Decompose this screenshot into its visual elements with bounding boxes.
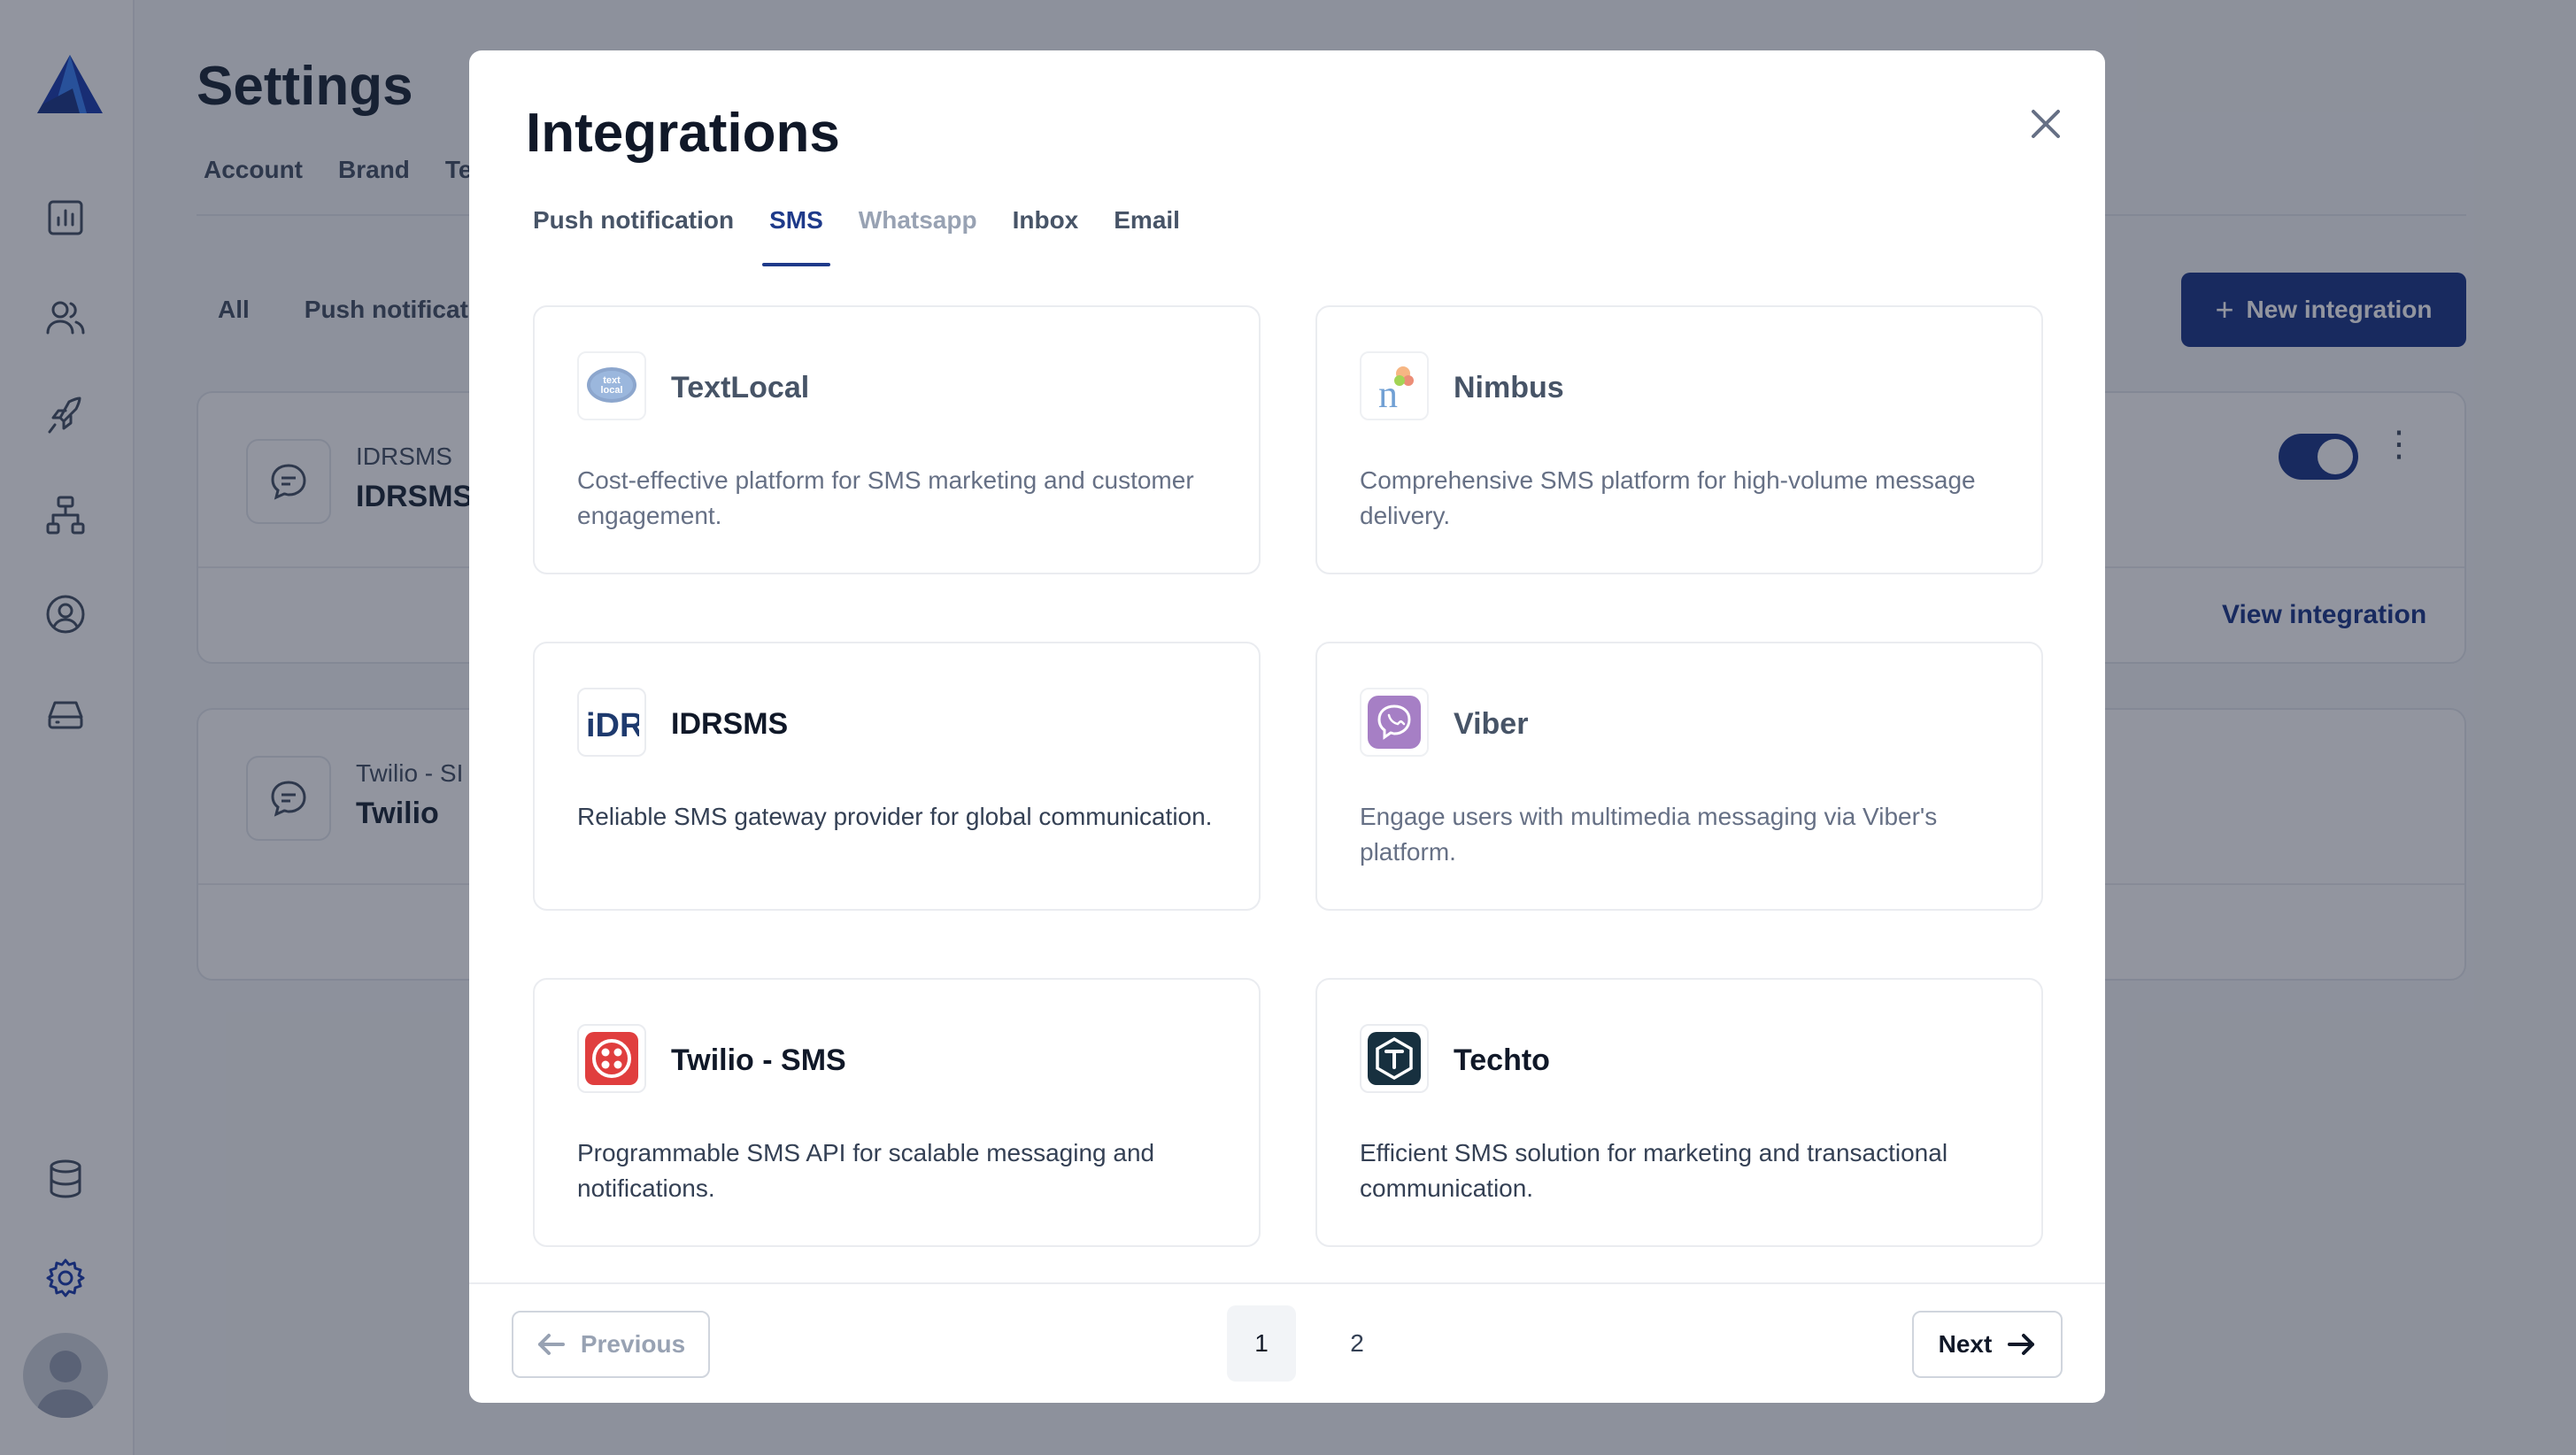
nimbus-logo-icon: n (1360, 351, 1429, 420)
provider-description: Comprehensive SMS platform for high-volu… (1360, 466, 1976, 529)
tab-inbox[interactable]: Inbox (1013, 206, 1079, 266)
modal-title: Integrations (526, 103, 840, 164)
arrow-right-icon (2008, 1334, 2035, 1355)
provider-description: Engage users with multimedia messaging v… (1360, 803, 1938, 866)
close-icon (2032, 110, 2060, 138)
close-button[interactable] (2017, 95, 2075, 153)
provider-card-viber[interactable]: Viber Engage users with multimedia messa… (1315, 642, 2043, 911)
techto-logo-icon (1360, 1024, 1429, 1093)
tab-email[interactable]: Email (1114, 206, 1180, 266)
provider-description: Cost-effective platform for SMS marketin… (577, 466, 1194, 529)
tab-sms[interactable]: SMS (762, 206, 830, 266)
next-label: Next (1938, 1330, 1993, 1358)
tab-push-notification[interactable]: Push notification (533, 206, 734, 266)
idr-logo-icon: iDR (577, 688, 646, 757)
provider-name: IDRSMS (671, 707, 789, 741)
svg-text:iDR: iDR (586, 707, 639, 742)
arrow-left-icon (537, 1334, 565, 1355)
provider-name: Viber (1454, 707, 1529, 741)
svg-text:local: local (600, 385, 622, 396)
provider-card-textlocal[interactable]: text local TextLocal Cost-effective plat… (533, 305, 1261, 574)
modal-footer: Previous 1 2 Next (469, 1282, 2105, 1403)
page-button-2[interactable]: 2 (1323, 1305, 1392, 1382)
page-button-1[interactable]: 1 (1227, 1305, 1296, 1382)
previous-label: Previous (580, 1330, 686, 1358)
integrations-modal: Integrations Push notification SMS Whats… (469, 50, 2105, 1403)
textlocal-logo-icon: text local (577, 351, 646, 420)
next-button[interactable]: Next (1912, 1311, 2063, 1378)
provider-description: Programmable SMS API for scalable messag… (577, 1139, 1155, 1202)
provider-description: Reliable SMS gateway provider for global… (577, 803, 1213, 830)
provider-card-techto[interactable]: Techto Efficient SMS solution for market… (1315, 978, 2043, 1247)
provider-card-twilio-sms[interactable]: Twilio - SMS Programmable SMS API for sc… (533, 978, 1261, 1247)
provider-card-idrsms[interactable]: iDR IDRSMS Reliable SMS gateway provider… (533, 642, 1261, 911)
tab-whatsapp[interactable]: Whatsapp (859, 206, 977, 266)
provider-card-nimbus[interactable]: n Nimbus Comprehensive SMS platform for … (1315, 305, 2043, 574)
provider-name: TextLocal (671, 371, 810, 404)
twilio-logo-icon (577, 1024, 646, 1093)
channel-tabs: Push notification SMS Whatsapp Inbox Ema… (533, 206, 1215, 266)
provider-name: Nimbus (1454, 371, 1564, 404)
provider-name: Techto (1454, 1043, 1550, 1077)
provider-description: Efficient SMS solution for marketing and… (1360, 1139, 1948, 1202)
provider-name: Twilio - SMS (671, 1043, 846, 1077)
viber-logo-icon (1360, 688, 1429, 757)
provider-grid: text local TextLocal Cost-effective plat… (533, 305, 2043, 1247)
previous-button[interactable]: Previous (512, 1311, 710, 1378)
